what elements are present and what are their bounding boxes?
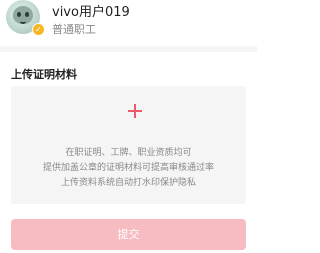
upload-hint-1: 在职证明、工牌、职业资质均可 — [65, 148, 192, 158]
plus-icon-vertical — [134, 104, 136, 118]
avatar-right-eye — [25, 12, 29, 17]
profile-header: ✓ vivo用户019 普通职工 — [0, 0, 257, 50]
plus-icon[interactable] — [128, 104, 142, 118]
username: vivo用户019 — [52, 5, 130, 20]
user-role: 普通职工 — [52, 23, 96, 36]
verified-badge-icon: ✓ — [32, 23, 45, 36]
avatar-mouth — [20, 19, 26, 24]
upload-hint-2: 提供加盖公章的证明材料可提高审核通过率 — [42, 163, 214, 173]
avatar-left-eye — [17, 12, 21, 17]
upload-section-title: 上传证明材料 — [11, 68, 77, 81]
page: ✓ vivo用户019 普通职工 上传证明材料 在职证明、工牌、职业资质均可 提… — [0, 0, 257, 253]
upload-area[interactable]: 在职证明、工牌、职业资质均可 提供加盖公章的证明材料可提高审核通过率 上传资料系… — [11, 86, 246, 204]
avatar-face — [13, 6, 33, 24]
submit-button[interactable]: 提交 — [11, 219, 246, 250]
section-divider — [0, 46, 257, 52]
upload-hint-3: 上传资料系统自动打水印保护隐私 — [60, 178, 196, 188]
